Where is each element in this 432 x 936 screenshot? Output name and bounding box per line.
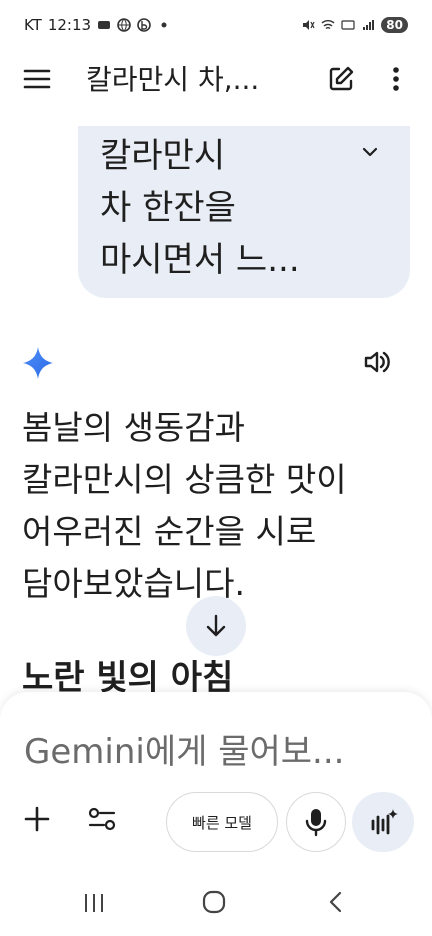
user-message-line: 차 한잔을 <box>100 188 236 228</box>
gemini-live-button[interactable] <box>352 792 414 852</box>
signal-icon <box>363 20 375 30</box>
more-options-icon[interactable] <box>384 64 408 94</box>
scroll-down-button[interactable] <box>186 596 246 656</box>
input-panel: Gemini에게 물어보... 빠른 모델 <box>0 692 432 872</box>
mute-icon <box>303 20 315 30</box>
chat-title: 칼라만시 차,... <box>86 63 260 96</box>
battery-badge: 80 <box>381 17 408 33</box>
recent-apps-icon[interactable] <box>82 892 106 914</box>
prompt-input[interactable]: Gemini에게 물어보... <box>24 724 344 773</box>
speaker-icon[interactable] <box>362 347 392 377</box>
response-line: 어우러진 순간을 시로 <box>22 512 317 551</box>
chevron-down-icon[interactable] <box>360 142 380 162</box>
new-chat-edit-icon[interactable] <box>326 64 356 94</box>
clock: 12:13 <box>47 16 92 34</box>
status-bar: KT 12:13 80 <box>0 0 432 50</box>
plus-icon[interactable] <box>22 804 52 834</box>
home-icon[interactable] <box>202 890 226 914</box>
mic-icon <box>305 809 327 837</box>
tools-sliders-icon[interactable] <box>86 804 118 834</box>
user-message-bubble[interactable]: 칼라만시 차 한잔을 마시면서 느... <box>78 126 410 298</box>
user-message-line: 칼라만시 <box>100 136 226 176</box>
menu-icon[interactable] <box>22 66 52 92</box>
model-selector-button[interactable]: 빠른 모델 <box>166 792 278 852</box>
arrow-down-icon <box>206 614 226 637</box>
system-nav-bar <box>0 872 432 936</box>
response-line: 봄날의 생동감과 <box>22 408 246 447</box>
user-message-line: 마시면서 느... <box>100 240 300 280</box>
volte-icon <box>341 20 355 30</box>
app-notification-icon <box>98 21 111 29</box>
response-line: 칼라만시의 상큼한 맛이 <box>22 460 347 499</box>
app-bar: 칼라만시 차,... <box>0 50 432 108</box>
wifi-icon <box>321 20 335 30</box>
status-left: KT 12:13 <box>24 16 171 34</box>
live-waveform-icon <box>371 809 398 835</box>
carrier-label: KT <box>24 16 42 34</box>
b-app-icon <box>137 18 151 32</box>
dot-icon <box>161 22 167 28</box>
response-text: 봄날의 생동감과 칼라만시의 상큼한 맛이 어우러진 순간을 시로 담아보았습니… <box>22 402 412 610</box>
gemini-sparkle-icon <box>23 347 53 379</box>
mic-button[interactable] <box>286 792 346 852</box>
status-right: 80 <box>301 17 408 33</box>
back-icon[interactable] <box>326 890 346 914</box>
globe-notification-icon <box>117 18 131 32</box>
